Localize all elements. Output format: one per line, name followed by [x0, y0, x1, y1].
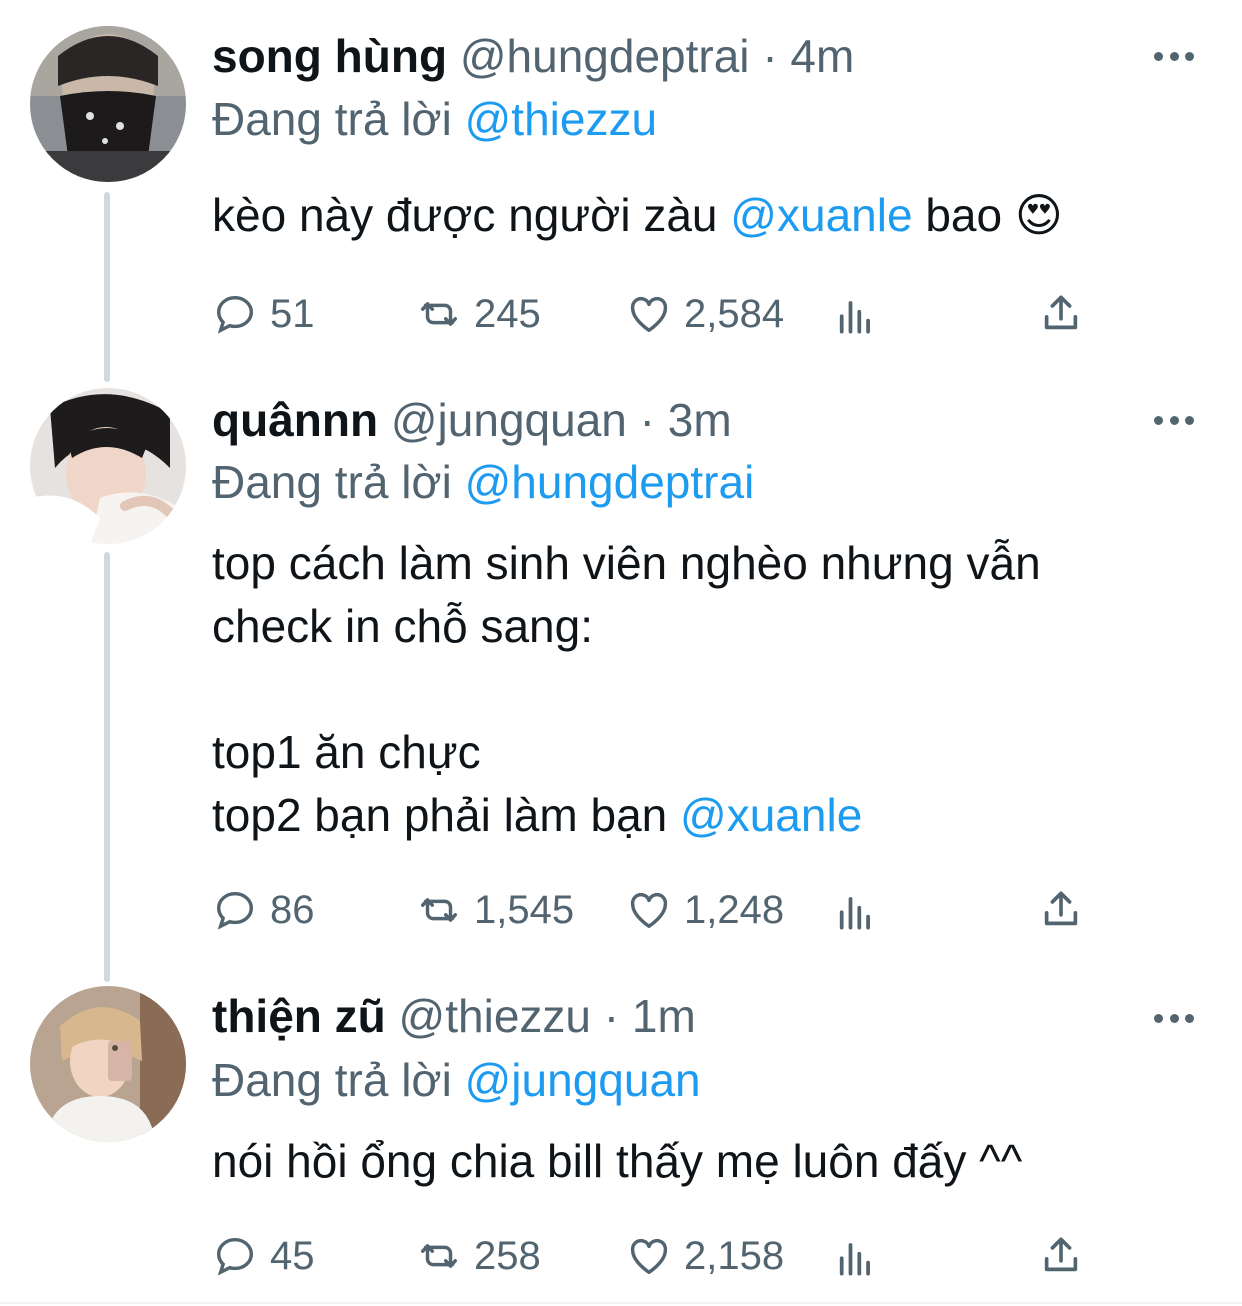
- replying-to-mention[interactable]: @thiezzu: [465, 93, 657, 145]
- user-handle[interactable]: @jungquan: [391, 394, 627, 446]
- avatar-image: [30, 986, 186, 1142]
- tweet-text: top cách làm sinh viên nghèo nhưng vẫn c…: [212, 532, 1041, 847]
- replying-label: Đang trả lời: [212, 1054, 452, 1106]
- replying-to-mention[interactable]: @jungquan: [465, 1054, 701, 1106]
- more-icon[interactable]: [1154, 36, 1194, 76]
- reply-count: 45: [270, 1233, 315, 1278]
- like-icon: [630, 1238, 668, 1275]
- separator: ·: [639, 394, 655, 446]
- tweet-header: thiện zũ @thiezzu · 1m: [212, 988, 696, 1044]
- tweet-header: song hùng @hungdeptrai · 4m: [212, 28, 854, 84]
- timestamp[interactable]: 3m: [668, 394, 732, 446]
- share-icon[interactable]: [1038, 886, 1084, 932]
- text-line-blank: [212, 658, 1041, 721]
- stats-icon[interactable]: [834, 292, 878, 336]
- like-count: 2,584: [684, 291, 785, 336]
- reply-icon: [216, 295, 254, 334]
- text-line: top cách làm sinh viên nghèo nhưng vẫn: [212, 537, 1041, 589]
- like-button[interactable]: 2,158: [626, 1226, 784, 1286]
- action-bar: 51 245 2,584: [212, 284, 1092, 344]
- reply-button[interactable]: 51: [212, 284, 315, 344]
- user-handle[interactable]: @thiezzu: [399, 990, 591, 1042]
- share-icon[interactable]: [1038, 290, 1084, 336]
- reply-button[interactable]: 45: [212, 1226, 315, 1286]
- text-line: nói hồi ổng chia bill thấy mẹ luôn đấy ^…: [212, 1135, 1023, 1187]
- reply-icon: [216, 891, 254, 930]
- retweet-count: 245: [474, 291, 541, 336]
- tweet-text: nói hồi ổng chia bill thấy mẹ luôn đấy ^…: [212, 1130, 1022, 1193]
- replying-to: Đang trả lời @jungquan: [212, 1052, 701, 1108]
- avatar-image: [30, 26, 186, 182]
- action-bar: 45 258 2,158: [212, 1226, 1092, 1286]
- user-handle[interactable]: @hungdeptrai: [460, 30, 750, 82]
- stats-icon[interactable]: [834, 1234, 878, 1278]
- divider: [0, 1302, 1242, 1304]
- text-segment: kèo này được người zàu: [212, 189, 731, 241]
- reply-button[interactable]: 86: [212, 880, 315, 940]
- like-button[interactable]: 2,584: [626, 284, 784, 344]
- like-icon: [630, 296, 668, 333]
- reply-count: 86: [270, 887, 315, 932]
- stats-icon[interactable]: [834, 888, 878, 932]
- like-button[interactable]: 1,248: [626, 880, 784, 940]
- avatar[interactable]: [30, 986, 186, 1142]
- retweet-count: 1,545: [474, 887, 575, 932]
- replying-label: Đang trả lời: [212, 93, 452, 145]
- timestamp[interactable]: 1m: [632, 990, 696, 1042]
- timestamp[interactable]: 4m: [790, 30, 854, 82]
- like-count: 2,158: [684, 1233, 785, 1278]
- text-line: top1 ăn chực: [212, 726, 481, 778]
- separator: ·: [762, 30, 778, 82]
- text-segment: top2 bạn phải làm bạn: [212, 789, 681, 841]
- text-segment: bao 😍: [912, 189, 1063, 241]
- display-name[interactable]: quânnn: [212, 394, 378, 446]
- tweet-header: quânnn @jungquan · 3m: [212, 392, 732, 448]
- retweet-icon: [420, 1244, 458, 1268]
- tweet-text: kèo này được người zàu @xuanle bao 😍: [212, 184, 1063, 247]
- retweet-button[interactable]: 258: [416, 1226, 541, 1286]
- retweet-icon: [420, 898, 458, 922]
- display-name[interactable]: song hùng: [212, 30, 447, 82]
- mention-link[interactable]: @xuanle: [680, 789, 862, 841]
- retweet-button[interactable]: 245: [416, 284, 541, 344]
- avatar[interactable]: [30, 26, 186, 182]
- tweet[interactable]: quânnn @jungquan · 3m Đang trả lời @hung…: [0, 360, 1242, 960]
- share-icon[interactable]: [1038, 1232, 1084, 1278]
- replying-label: Đang trả lời: [212, 456, 452, 508]
- replying-to: Đang trả lời @hungdeptrai: [212, 454, 754, 510]
- tweet[interactable]: song hùng @hungdeptrai · 4m Đang trả lời…: [0, 0, 1242, 360]
- avatar-image: [30, 388, 186, 544]
- reply-icon: [216, 1237, 254, 1276]
- mention-link[interactable]: @xuanle: [730, 189, 912, 241]
- like-icon: [630, 892, 668, 929]
- more-icon[interactable]: [1154, 998, 1194, 1038]
- retweet-icon: [420, 302, 458, 326]
- text-line: check in chỗ sang:: [212, 600, 594, 652]
- retweet-count: 258: [474, 1233, 541, 1278]
- more-icon[interactable]: [1154, 400, 1194, 440]
- replying-to-mention[interactable]: @hungdeptrai: [465, 456, 755, 508]
- replying-to: Đang trả lời @thiezzu: [212, 91, 657, 147]
- display-name[interactable]: thiện zũ: [212, 990, 386, 1042]
- separator: ·: [603, 990, 620, 1042]
- like-count: 1,248: [684, 887, 785, 932]
- reply-count: 51: [270, 291, 315, 336]
- tweet[interactable]: thiện zũ @thiezzu · 1m Đang trả lời @jun…: [0, 960, 1242, 1302]
- avatar[interactable]: [30, 388, 186, 544]
- retweet-button[interactable]: 1,545: [416, 880, 574, 940]
- action-bar: 86 1,545 1,248: [212, 880, 1092, 940]
